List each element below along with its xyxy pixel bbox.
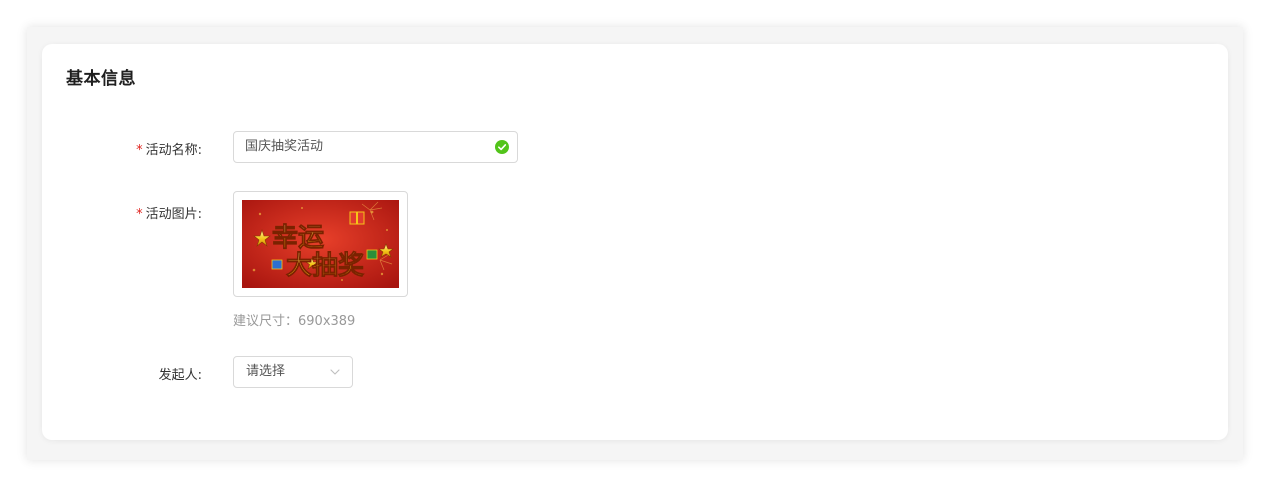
chevron-down-icon — [330, 369, 340, 375]
activity-name-label: * 活动名称: — [42, 139, 202, 158]
activity-name-label-text: 活动名称: — [145, 143, 202, 158]
basic-info-card: 基本信息 *活动名称: *活动图片: — [42, 44, 1228, 440]
required-mark: * — [136, 207, 143, 222]
image-size-hint: 建议尺寸：690x389 — [233, 314, 356, 329]
initiator-label-text: 发起人: — [158, 368, 202, 383]
section-title: 基本信息 — [66, 69, 136, 89]
check-circle-icon — [495, 140, 509, 154]
initiator-select-placeholder: 请选择 — [246, 364, 286, 379]
activity-name-input[interactable] — [245, 132, 485, 162]
activity-name-field[interactable] — [233, 131, 518, 163]
activity-image-label-text: 活动图片: — [145, 207, 202, 222]
required-mark: * — [136, 143, 143, 158]
activity-banner-image: 幸运 大抽奖 — [242, 200, 399, 288]
activity-image-label: * 活动图片: — [42, 203, 202, 222]
initiator-label: 发起人: — [42, 364, 202, 383]
activity-image-upload[interactable]: 幸运 大抽奖 — [233, 191, 408, 297]
initiator-select[interactable]: 请选择 — [233, 356, 353, 388]
banner-text-line2: 大抽奖 — [286, 250, 365, 281]
banner-text-line1: 幸运 — [272, 223, 324, 253]
